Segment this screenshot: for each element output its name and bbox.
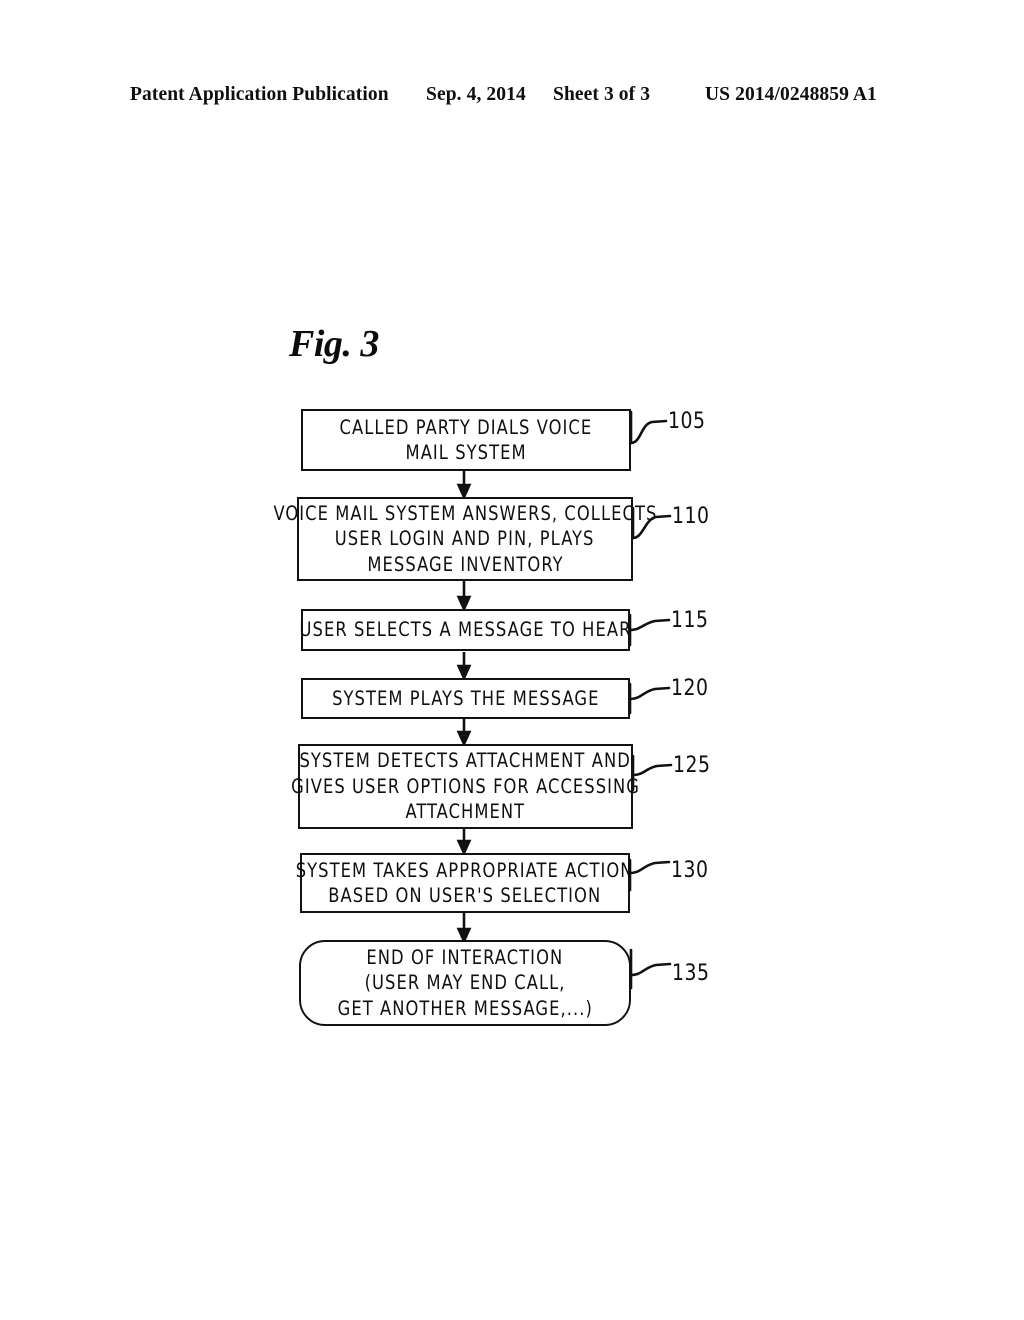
- flow-node-135-line-1: END OF INTERACTION: [366, 945, 564, 969]
- flow-node-105-line-2: MAIL SYSTEM: [405, 441, 527, 464]
- flow-node-130[interactable]: SYSTEM TAKES APPROPRIATE ACTION BASED ON…: [296, 853, 633, 913]
- reference-numeral-125: 125: [673, 753, 711, 778]
- reference-numeral-135: 135: [672, 961, 710, 986]
- flow-node-110-line-3: MESSAGE INVENTORY: [366, 552, 564, 576]
- flow-node-125-line-3: ATTACHMENT: [405, 800, 526, 824]
- flow-node-135-line-3: GET ANOTHER MESSAGE,...): [337, 996, 593, 1020]
- reference-numeral-110: 110: [672, 504, 710, 529]
- flow-node-110-line-2: USER LOGIN AND PIN, PLAYS: [335, 527, 595, 551]
- flow-node-130-line-1: SYSTEM TAKES APPROPRIATE ACTION: [296, 858, 634, 882]
- reference-numeral-120: 120: [671, 676, 709, 701]
- flow-node-125-line-1: SYSTEM DETECTS ATTACHMENT AND: [299, 749, 632, 773]
- flow-node-135[interactable]: END OF INTERACTION (USER MAY END CALL, G…: [299, 940, 631, 1026]
- flowchart-connectors: [456, 471, 472, 945]
- flow-node-105[interactable]: CALLED PARTY DIALS VOICE MAIL SYSTEM: [301, 409, 631, 471]
- flow-node-130-line-2: BASED ON USER'S SELECTION: [328, 884, 602, 907]
- flow-node-115-line-1: USER SELECTS A MESSAGE TO HEAR: [299, 618, 632, 642]
- flow-node-110[interactable]: VOICE MAIL SYSTEM ANSWERS, COLLECTS USER…: [273, 497, 656, 581]
- flow-node-120[interactable]: SYSTEM PLAYS THE MESSAGE: [301, 678, 630, 719]
- flow-node-125-line-2: GIVES USER OPTIONS FOR ACCESSING: [291, 774, 640, 798]
- flow-node-105-line-1: CALLED PARTY DIALS VOICE: [339, 415, 593, 439]
- flow-node-120-line-1: SYSTEM PLAYS THE MESSAGE: [331, 686, 600, 710]
- flow-node-135-line-2: (USER MAY END CALL,: [364, 971, 566, 995]
- reference-numeral-105: 105: [668, 409, 706, 434]
- reference-numeral-115: 115: [671, 608, 709, 633]
- reference-leader-lines: [628, 410, 673, 990]
- reference-numeral-130: 130: [671, 858, 709, 883]
- flowchart-fig-3: CALLED PARTY DIALS VOICE MAIL SYSTEM 105…: [0, 0, 1024, 1320]
- flow-node-125[interactable]: SYSTEM DETECTS ATTACHMENT AND GIVES USER…: [291, 744, 639, 829]
- flow-node-115[interactable]: USER SELECTS A MESSAGE TO HEAR: [299, 609, 632, 651]
- flow-node-110-line-1: VOICE MAIL SYSTEM ANSWERS, COLLECTS: [273, 501, 657, 525]
